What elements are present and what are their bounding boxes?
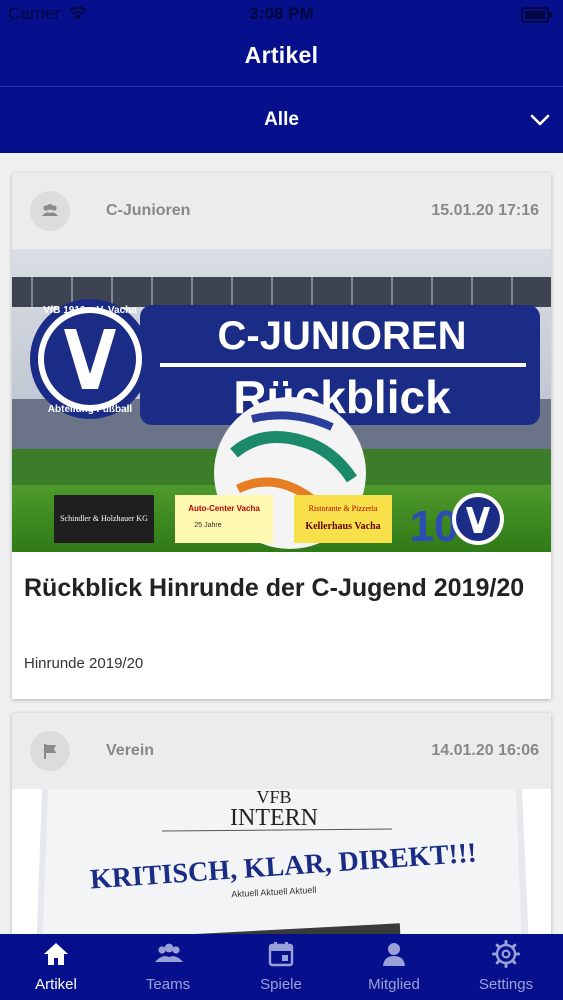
calendar-icon <box>268 942 294 967</box>
article-image[interactable]: C-JUNIOREN Rückblick VfB 1919 e.V. Vacha… <box>12 249 551 552</box>
article-date: 14.01.20 16:06 <box>431 742 539 759</box>
svg-text:INTERN: INTERN <box>230 805 318 831</box>
article-card-header: C-Junioren 15.01.20 17:16 <box>12 173 551 249</box>
tab-label: Teams <box>145 976 191 993</box>
app-header: Carrier 3:08 PM Artikel Alle <box>0 0 563 153</box>
tab-settings[interactable]: Settings <box>450 934 562 1000</box>
svg-text:Ristorante & Pizzeria: Ristorante & Pizzeria <box>309 504 378 513</box>
status-bar: Carrier 3:08 PM <box>8 4 555 26</box>
status-time: 3:08 PM <box>249 4 314 23</box>
page-title: Artikel <box>244 42 319 68</box>
svg-text:25 Jahre: 25 Jahre <box>194 522 221 529</box>
teams-icon <box>155 943 183 962</box>
flag-icon <box>30 731 70 771</box>
club-crest-logo: VfB 1919 e.V. Vacha Abteilung Fußball <box>30 299 150 419</box>
tab-mitglied[interactable]: Mitglied <box>338 934 450 1000</box>
svg-text:Auto-Center Vacha: Auto-Center Vacha <box>188 504 260 513</box>
gear-icon <box>492 940 520 968</box>
article-card-header: Verein 14.01.20 16:06 <box>12 713 551 789</box>
banner-line-1: C-JUNIOREN <box>218 314 467 358</box>
article-card[interactable]: C-Junioren 15.01.20 17:16 C-JUNIOREN Rüc… <box>12 173 551 699</box>
tab-label: Artikel <box>35 976 77 993</box>
article-title[interactable]: Rückblick Hinrunde der C-Jugend 2019/20 <box>24 572 534 605</box>
article-card[interactable]: Verein 14.01.20 16:06 VFB INTERN KRITISC… <box>12 713 551 934</box>
tab-label: Spiele <box>260 976 302 993</box>
svg-text:VfB 1919 e.V. Vacha: VfB 1919 e.V. Vacha <box>43 305 137 316</box>
filter-selected-value: Alle <box>264 109 299 130</box>
bottom-tab-bar: Artikel Teams Spiele Mitglied Settings <box>0 934 563 1000</box>
tab-spiele[interactable]: Spiele <box>225 934 337 1000</box>
chevron-down-icon <box>530 114 550 126</box>
battery-icon <box>521 7 552 23</box>
svg-text:Abteilung Fußball: Abteilung Fußball <box>48 404 133 415</box>
article-date: 15.01.20 17:16 <box>431 202 539 219</box>
article-feed[interactable]: C-Junioren 15.01.20 17:16 C-JUNIOREN Rüc… <box>0 153 563 934</box>
article-subtitle: Hinrunde 2019/20 <box>24 655 144 672</box>
svg-text:Kellerhaus Vacha: Kellerhaus Vacha <box>305 521 380 532</box>
group-icon <box>30 191 70 231</box>
person-icon <box>383 943 405 966</box>
svg-text:10: 10 <box>410 502 459 551</box>
tab-teams[interactable]: Teams <box>112 934 224 1000</box>
home-icon <box>44 943 68 965</box>
article-category: Verein <box>106 742 155 759</box>
article-image[interactable]: VFB INTERN KRITISCH, KLAR, DIREKT!!! Akt… <box>12 789 551 934</box>
tab-label: Settings <box>478 976 534 993</box>
category-filter-dropdown[interactable]: Alle <box>0 87 563 153</box>
article-category: C-Junioren <box>106 202 191 219</box>
tab-artikel[interactable]: Artikel <box>0 934 112 1000</box>
svg-text:Schindler & Holzhauer KG: Schindler & Holzhauer KG <box>60 514 148 523</box>
tab-label: Mitglied <box>368 976 420 993</box>
